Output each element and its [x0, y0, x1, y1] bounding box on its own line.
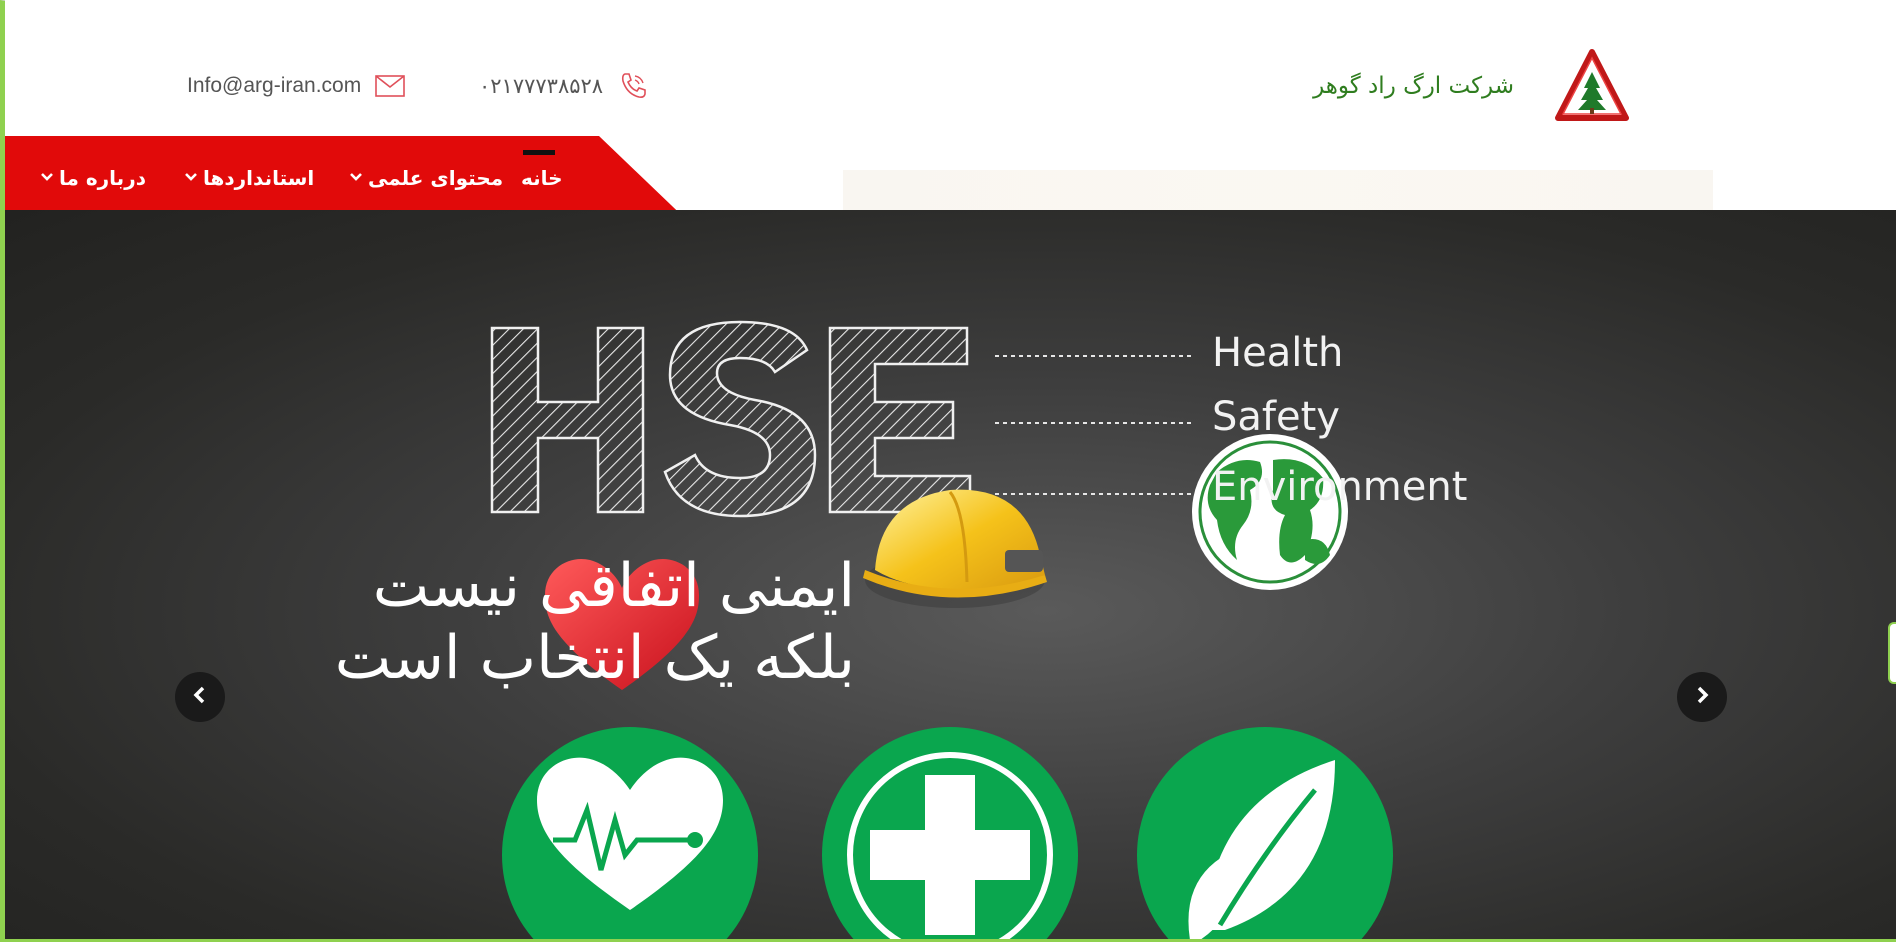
- chevron-down-icon: [185, 171, 197, 186]
- email-contact[interactable]: Info@arg-iran.com: [187, 66, 406, 106]
- phone-contact[interactable]: ۰۲۱۷۷۷۳۸۵۲۸: [479, 66, 649, 106]
- safety-label: Safety: [1212, 394, 1340, 440]
- first-aid-cross-icon: [822, 727, 1078, 939]
- nav-item-scientific-content[interactable]: محتوای علمی: [350, 166, 503, 190]
- nav-item-about-us[interactable]: درباره ما: [41, 166, 146, 190]
- company-name[interactable]: شرکت ارگ راد گوهر: [1313, 73, 1514, 99]
- nav-item-label: استانداردها: [203, 166, 315, 190]
- hero-slogan: ایمنی اتفاقی نیست بلکه یک انتخاب است: [285, 550, 855, 694]
- nav-item-standards[interactable]: استانداردها: [185, 166, 314, 190]
- tree-warning-triangle-logo[interactable]: [1554, 48, 1630, 124]
- nav-item-label: محتوای علمی: [368, 166, 504, 190]
- globe-icon: [1192, 434, 1348, 590]
- heartbeat-circle-icon: [502, 727, 758, 939]
- phone-text[interactable]: ۰۲۱۷۷۷۳۸۵۲۸: [479, 74, 603, 98]
- nav-item-label: خانه: [521, 166, 563, 190]
- hero-slider[interactable]: Health Safety Environment ایمنی اتفاقی ن…: [5, 210, 1896, 939]
- hse-letters: [490, 320, 972, 518]
- nav-item-home[interactable]: خانه: [521, 150, 563, 190]
- email-text[interactable]: Info@arg-iran.com: [187, 74, 361, 98]
- chevron-down-icon: [41, 171, 53, 186]
- chevron-down-icon: [350, 171, 362, 186]
- brand[interactable]: شرکت ارگ راد گوهر: [1313, 48, 1630, 124]
- chevron-left-icon: [192, 685, 208, 710]
- health-label: Health: [1212, 330, 1344, 376]
- phone-icon: [617, 70, 649, 102]
- envelope-icon: [375, 75, 406, 97]
- leaf-icon: [1137, 727, 1393, 939]
- side-widget-tab[interactable]: [1888, 622, 1896, 684]
- slogan-line-2: بلکه یک انتخاب است: [334, 623, 855, 693]
- slider-next-button[interactable]: [1677, 672, 1727, 722]
- chevron-right-icon: [1694, 685, 1710, 710]
- environment-label: Environment: [1212, 464, 1468, 510]
- header-shadow-bar: [843, 170, 1713, 210]
- nav-item-label: درباره ما: [59, 166, 146, 190]
- slogan-line-1: ایمنی اتفاقی نیست: [372, 551, 855, 621]
- slider-prev-button[interactable]: [175, 672, 225, 722]
